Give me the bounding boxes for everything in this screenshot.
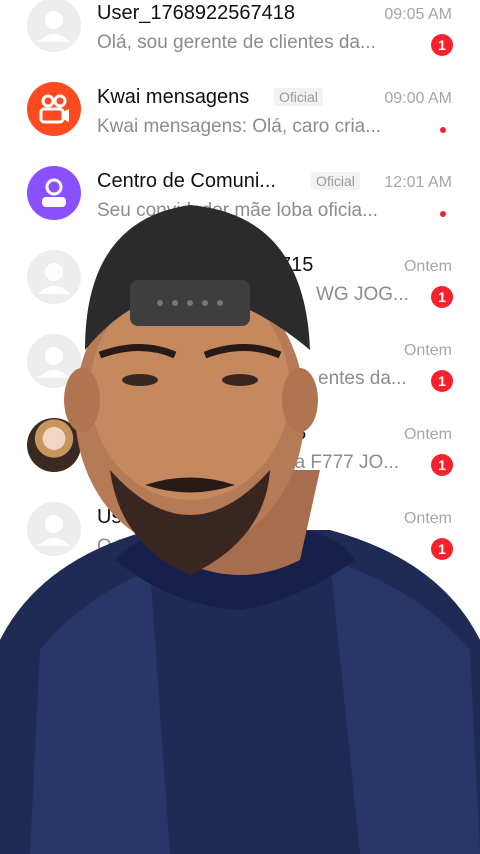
conversation-row[interactable]: Ontem entes da... 1 (0, 316, 480, 400)
unread-dot (440, 211, 446, 217)
conversation-row[interactable]: User_1768922567418 09:05 AM Olá, sou ger… (0, 0, 480, 64)
default-avatar-icon (27, 502, 81, 556)
unread-badge: 1 (431, 454, 453, 476)
conversation-preview: O tes da... (97, 536, 185, 557)
default-avatar-icon (27, 0, 81, 52)
conversation-row[interactable]: Kwai mensagens Oficial 09:00 AM Kwai men… (0, 64, 480, 148)
conversation-name: Kwai mensagens (97, 86, 250, 108)
conversation-preview: WG JOG... (316, 284, 409, 305)
conversation-time: Ontem (403, 426, 452, 443)
conversation-name: User_1768922567418 (97, 2, 295, 24)
unread-badge: 1 (431, 538, 453, 560)
conversation-row[interactable]: Centro de Comuni... Oficial 12:01 AM Seu… (0, 148, 480, 232)
user-photo-avatar (27, 418, 81, 472)
official-tag: Oficial (311, 172, 360, 190)
unread-dot (440, 127, 446, 133)
conversation-row[interactable]: 715 Ontem WG JOG... 1 (0, 232, 480, 316)
conversation-time: Ontem (403, 510, 452, 527)
conversation-preview: Seu convidador mãe loba oficia... (97, 200, 378, 221)
conversation-name: 48 (284, 422, 307, 444)
conversation-time: 12:01 AM (384, 174, 452, 191)
conversation-preview: entes da... (318, 368, 407, 389)
default-avatar-icon (27, 250, 81, 304)
conversation-preview: Kwai mensagens: Olá, caro cria... (97, 116, 382, 137)
conversation-time: Ontem (403, 342, 452, 359)
conversation-name: Us (97, 506, 122, 528)
conversation-row[interactable]: 48 Ontem da F777 JO... 1 (0, 400, 480, 484)
conversation-time: Ontem (403, 258, 452, 275)
default-avatar-icon (27, 334, 81, 388)
unread-badge: 1 (431, 370, 453, 392)
conversation-preview: Olá, sou gerente de clientes da... (97, 32, 376, 53)
conversation-list: User_1768922567418 09:05 AM Olá, sou ger… (0, 0, 480, 568)
user-center-icon (27, 166, 81, 220)
conversation-time: 09:00 AM (384, 90, 452, 107)
conversation-row[interactable]: Us Ontem O tes da... 1 (0, 484, 480, 568)
kwai-logo-icon (27, 82, 81, 136)
conversation-preview: da F777 JO... (284, 452, 400, 473)
official-tag: Oficial (274, 88, 323, 106)
conversation-time: 09:05 AM (384, 6, 452, 23)
unread-badge: 1 (431, 34, 453, 56)
unread-badge: 1 (431, 286, 453, 308)
conversation-name: 715 (280, 254, 314, 276)
conversation-name: Centro de Comuni... (97, 170, 276, 192)
